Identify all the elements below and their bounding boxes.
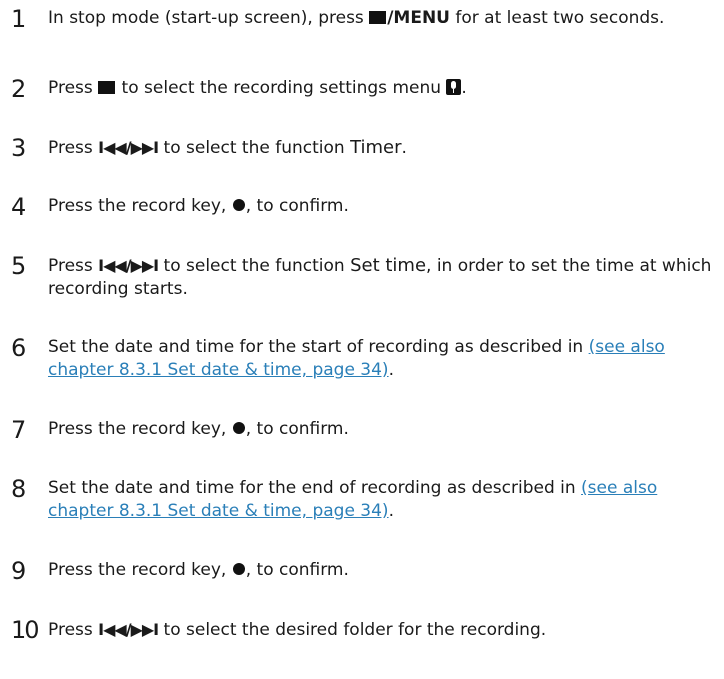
step-number: 10 <box>11 616 40 644</box>
record-dot-icon <box>232 422 245 434</box>
folder-icon <box>369 11 387 24</box>
step-number: 1 <box>11 5 26 33</box>
skip-back-forward-icon: I◀◀/▶▶I <box>98 256 159 275</box>
step-text: Press I◀◀/▶▶I to select the function Set… <box>48 255 712 299</box>
step-text: In stop mode (start-up screen), press /M… <box>48 8 665 28</box>
step-number: 7 <box>11 416 26 444</box>
record-dot-icon <box>232 563 245 575</box>
step-number: 3 <box>11 134 26 162</box>
step-text: Press the record key, , to confirm. <box>48 419 349 439</box>
folder-icon <box>98 81 116 94</box>
skip-back-forward-icon: I◀◀/▶▶I <box>98 138 159 157</box>
step-text: Press the record key, , to confirm. <box>48 560 349 580</box>
menu-key-label: /MENU <box>387 8 450 28</box>
step-number: 9 <box>11 557 26 585</box>
skip-back-forward-icon: I◀◀/▶▶I <box>98 620 159 639</box>
microphone-settings-icon <box>446 79 462 95</box>
step-number: 6 <box>11 334 26 362</box>
step-text: Press to select the recording settings m… <box>48 78 467 98</box>
step-number: 8 <box>11 475 26 503</box>
record-dot-icon <box>232 199 245 211</box>
step-text: Press I◀◀/▶▶I to select the desired fold… <box>48 620 547 640</box>
step-text: Press the record key, , to confirm. <box>48 196 349 216</box>
step-number: 5 <box>11 252 26 280</box>
step-text: Press I◀◀/▶▶I to select the function Tim… <box>48 137 407 158</box>
step-number: 4 <box>11 193 26 221</box>
step-number: 2 <box>11 75 26 103</box>
function-name: Set time <box>350 255 427 276</box>
step-text: Set the date and time for the start of r… <box>48 337 665 380</box>
function-name: Timer <box>350 137 402 158</box>
step-text: Set the date and time for the end of rec… <box>48 478 658 521</box>
